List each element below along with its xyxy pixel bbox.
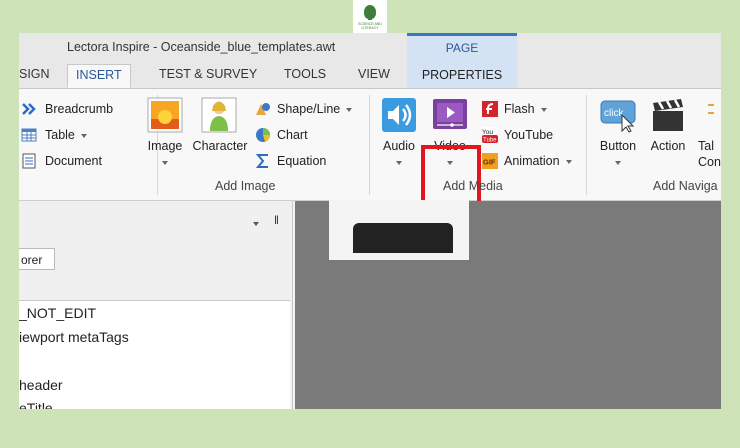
document-icon	[22, 153, 36, 169]
button-click-icon: click	[600, 100, 636, 133]
svg-text:click: click	[604, 108, 624, 119]
table-of-contents-button[interactable]: Tal Con	[696, 97, 721, 171]
chart-icon	[256, 128, 270, 142]
clapperboard-icon	[653, 99, 683, 131]
lectora-window: Lectora Inspire - Oceanside_blue_templat…	[19, 33, 721, 409]
svg-text:Tube: Tube	[483, 138, 497, 144]
group-separator	[369, 95, 370, 195]
equation-label: Equation	[277, 154, 327, 168]
flash-icon	[482, 101, 498, 117]
action-button[interactable]: Action	[646, 97, 692, 171]
svg-text:You: You	[482, 129, 493, 136]
breadcrumb-icon	[22, 103, 36, 115]
title-explorer-pane: ‖ orer _NOT_EDIT iewport metaTags header…	[19, 201, 293, 409]
table-icon	[21, 128, 37, 142]
tab-properties[interactable]: PROPERTIES	[407, 61, 517, 88]
group-label-add-media: Add Media	[443, 179, 503, 193]
tab-tools[interactable]: TOOLS	[284, 67, 326, 81]
page-context-label: PAGE	[445, 41, 479, 55]
tab-insert[interactable]: INSERT	[67, 64, 131, 88]
pin-icon[interactable]: ‖	[274, 213, 279, 227]
shapes-icon	[256, 103, 270, 115]
group-label-add-navigation: Add Naviga	[653, 179, 718, 193]
document-label: Document	[45, 154, 102, 168]
page-canvas-header	[353, 223, 453, 253]
group-label-add-image: Add Image	[215, 179, 276, 193]
toc-label-line2: Con	[698, 155, 721, 169]
tree-item[interactable]: iewport metaTags	[19, 329, 129, 345]
chart-label: Chart	[277, 128, 308, 142]
pane-menu-dropdown[interactable]	[253, 222, 259, 226]
image-button[interactable]: Image	[143, 97, 193, 171]
button-button[interactable]: click Button	[596, 97, 642, 171]
breadcrumb-label: Breadcrumb	[45, 102, 114, 116]
character-label: Character	[192, 139, 248, 153]
video-icon	[433, 99, 467, 129]
window-title: Lectora Inspire - Oceanside_blue_templat…	[67, 40, 336, 54]
site-logo: SCIENCE AND LITERACY	[353, 0, 387, 33]
group-separator	[586, 95, 587, 195]
audio-label: Audio	[383, 139, 415, 153]
image-icon	[147, 97, 183, 133]
title-tree: _NOT_EDIT iewport metaTags header eTitle	[19, 300, 290, 409]
explorer-tab[interactable]: orer	[19, 248, 55, 270]
leaf-stem	[368, 15, 372, 20]
gif-icon: GIF	[482, 153, 498, 169]
table-label: Table	[45, 128, 87, 142]
shape-line-label: Shape/Line	[277, 102, 353, 116]
image-label: Image	[147, 139, 183, 153]
toc-label-line1: Tal	[698, 139, 714, 153]
audio-dropdown-caret	[396, 161, 402, 165]
logo-text: SCIENCE AND LITERACY	[358, 22, 382, 30]
button-label: Button	[599, 139, 637, 153]
youtube-label: YouTube	[504, 128, 554, 142]
tree-item[interactable]: _NOT_EDIT	[19, 305, 96, 321]
animation-label: Animation	[504, 154, 572, 168]
character-button[interactable]: Character	[191, 97, 251, 171]
svg-text:GIF: GIF	[483, 158, 496, 167]
title-bar: Lectora Inspire - Oceanside_blue_templat…	[19, 33, 721, 61]
toc-icon	[708, 104, 714, 114]
image-dropdown-caret	[162, 161, 168, 165]
action-label: Action	[650, 139, 686, 153]
button-dropdown-caret	[615, 161, 621, 165]
tree-item[interactable]: eTitle	[19, 400, 53, 409]
tree-item[interactable]: header	[19, 377, 63, 393]
equation-icon	[255, 154, 268, 168]
ribbon-tabs: SIGN INSERT TEST & SURVEY TOOLS VIEW PRO…	[19, 61, 721, 89]
youtube-icon: You Tube	[482, 127, 498, 143]
tab-properties-label: PROPERTIES	[421, 68, 503, 82]
character-icon	[201, 97, 237, 133]
flash-label: Flash	[504, 102, 547, 116]
tab-view[interactable]: VIEW	[358, 67, 390, 81]
tab-test-survey[interactable]: TEST & SURVEY	[159, 67, 257, 81]
page-context-header: PAGE	[407, 33, 517, 61]
ribbon: Breadcrumb Table Document Image Characte…	[19, 89, 721, 231]
audio-button[interactable]: Audio	[379, 97, 423, 171]
tab-design[interactable]: SIGN	[19, 67, 50, 81]
audio-icon	[382, 98, 416, 132]
